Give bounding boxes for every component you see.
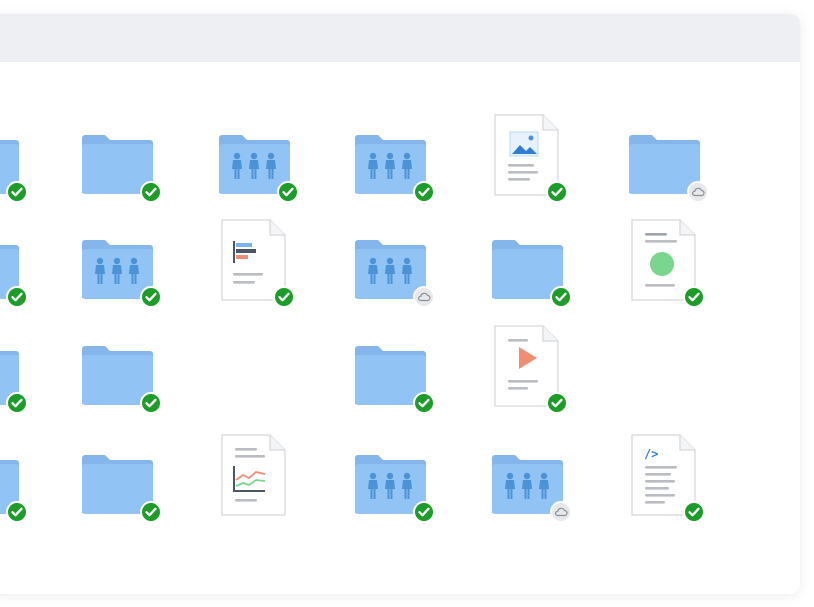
synced-check-icon <box>413 392 435 414</box>
synced-check-icon <box>6 286 28 308</box>
file-grid-item[interactable] <box>0 124 32 224</box>
synced-check-icon <box>683 501 705 523</box>
synced-check-icon <box>413 181 435 203</box>
file-grid-item[interactable] <box>617 219 713 319</box>
file-grid-item[interactable] <box>0 229 32 329</box>
file-grid-item[interactable] <box>207 219 303 319</box>
cloud-only-icon <box>687 181 709 203</box>
file-grid-item[interactable] <box>70 444 166 544</box>
file-browser-window: /> <box>0 14 800 594</box>
synced-check-icon <box>6 392 28 414</box>
synced-check-icon <box>6 501 28 523</box>
synced-check-icon <box>277 181 299 203</box>
synced-check-icon <box>546 181 568 203</box>
file-grid-item[interactable] <box>480 229 576 329</box>
file-grid-item[interactable] <box>343 444 439 544</box>
synced-check-icon <box>140 286 162 308</box>
file-grid-item[interactable] <box>343 229 439 329</box>
file-grid-item[interactable] <box>343 124 439 224</box>
synced-check-icon <box>140 501 162 523</box>
file-grid-item[interactable] <box>480 114 576 214</box>
cloud-only-icon <box>550 501 572 523</box>
file-grid-item[interactable] <box>480 444 576 544</box>
file-grid-item[interactable] <box>70 335 166 435</box>
synced-check-icon <box>140 392 162 414</box>
synced-check-icon <box>273 286 295 308</box>
synced-check-icon <box>140 181 162 203</box>
file-grid-item[interactable] <box>0 335 32 435</box>
synced-check-icon <box>550 286 572 308</box>
synced-check-icon <box>413 501 435 523</box>
file-grid-item[interactable] <box>70 124 166 224</box>
synced-check-icon <box>6 181 28 203</box>
file-grid-item[interactable] <box>207 124 303 224</box>
file-grid-item[interactable] <box>343 335 439 435</box>
svg-text:/>: /> <box>644 447 658 461</box>
file-grid-item[interactable] <box>617 124 713 224</box>
file-grid-item[interactable] <box>70 229 166 329</box>
synced-check-icon <box>683 286 705 308</box>
window-toolbar <box>0 14 800 62</box>
file-grid-item[interactable] <box>480 325 576 425</box>
file-grid-item[interactable] <box>0 444 32 544</box>
file-grid-item[interactable] <box>207 434 303 534</box>
file-grid-item[interactable]: /> <box>617 434 713 534</box>
synced-check-icon <box>546 392 568 414</box>
cloud-only-icon <box>413 286 435 308</box>
